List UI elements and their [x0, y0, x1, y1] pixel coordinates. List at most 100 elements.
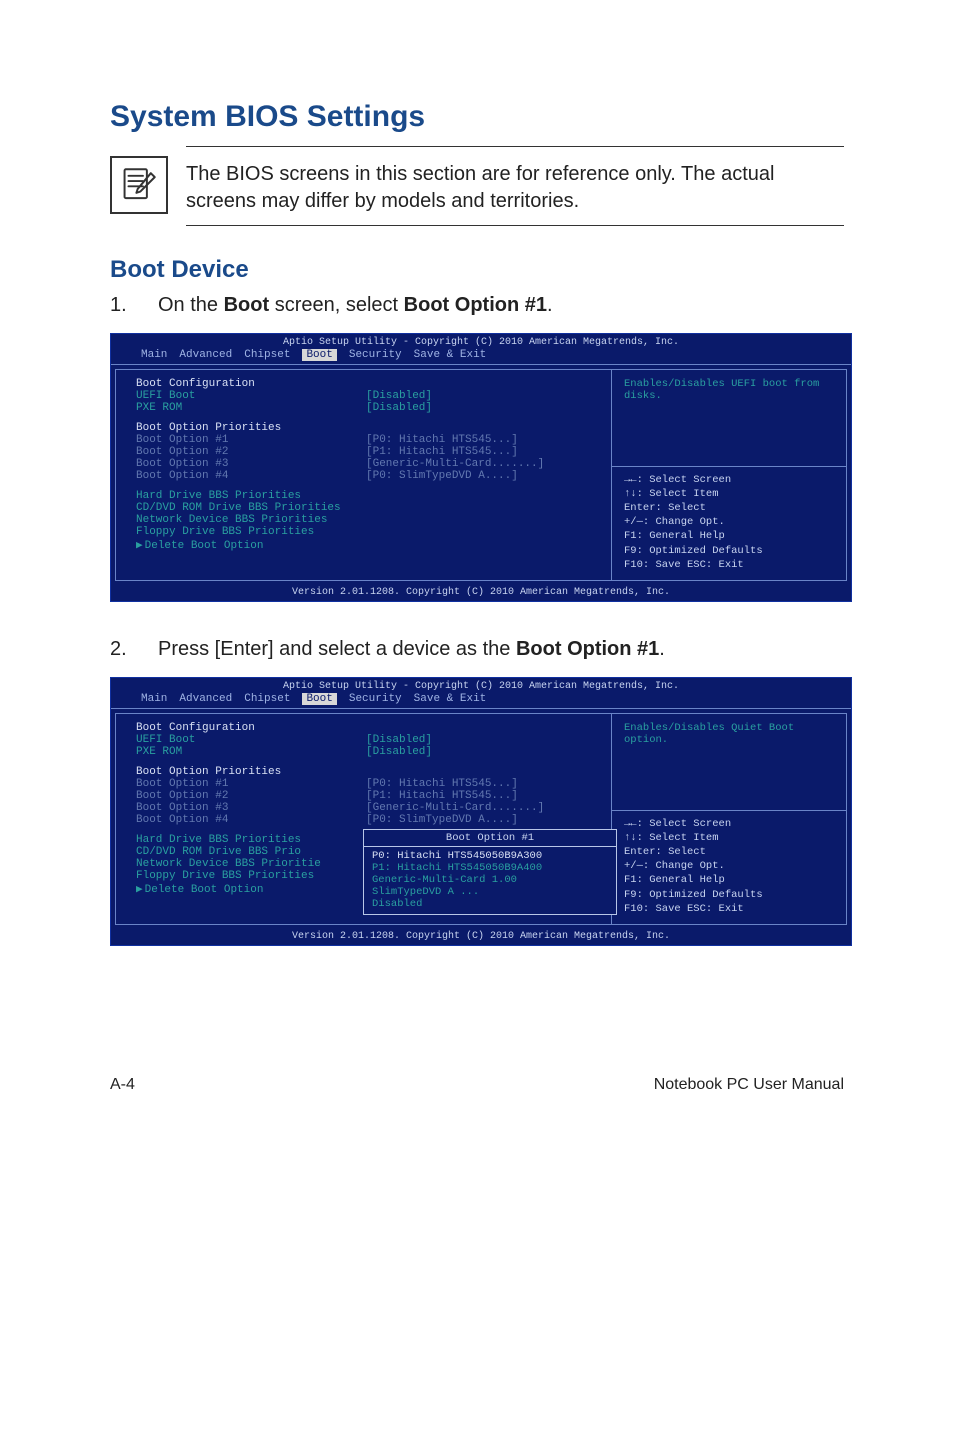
- pxe-rom-label: PXE ROM: [136, 746, 366, 758]
- bios-tabs: Main Advanced Chipset Boot Security Save…: [111, 693, 851, 709]
- boot-option-3-value: [Generic-Multi-Card.......]: [366, 458, 544, 470]
- note-block: The BIOS screens in this section are for…: [110, 146, 844, 226]
- popup-item: Generic-Multi-Card 1.00: [372, 874, 608, 886]
- key-line: F1: General Help: [624, 529, 834, 543]
- bios-footer: Version 2.01.1208. Copyright (C) 2010 Am…: [111, 585, 851, 601]
- tab-chipset: Chipset: [244, 349, 290, 361]
- bios-key-help: →←: Select Screen ↑↓: Select Item Enter:…: [624, 473, 834, 572]
- bios-header: Aptio Setup Utility - Copyright (C) 2010…: [111, 334, 851, 349]
- boot-option-4-label: Boot Option #4: [136, 814, 366, 826]
- boot-option-1-label: Boot Option #1: [136, 778, 366, 790]
- key-line: →←: Select Screen: [624, 817, 834, 831]
- link-floppy-bbs: Floppy Drive BBS Priorities: [136, 526, 603, 538]
- uefi-boot-label: UEFI Boot: [136, 734, 366, 746]
- link-network-bbs: Network Device BBS Priorities: [136, 514, 603, 526]
- triangle-icon: ▶: [136, 540, 143, 552]
- boot-config-header: Boot Configuration: [136, 722, 603, 734]
- link-delete-boot: ▶Delete Boot Option: [136, 538, 603, 552]
- tab-save-exit: Save & Exit: [414, 693, 487, 705]
- bios-key-help: →←: Select Screen ↑↓: Select Item Enter:…: [624, 817, 834, 916]
- popup-item-selected: P0: Hitachi HTS545050B9A300: [372, 850, 608, 862]
- key-line: F9: Optimized Defaults: [624, 544, 834, 558]
- tab-main: Main: [141, 349, 167, 361]
- pxe-rom-label: PXE ROM: [136, 402, 366, 414]
- boot-option-4-label: Boot Option #4: [136, 470, 366, 482]
- popup-item: Disabled: [372, 898, 608, 910]
- boot-option-2-value: [P1: Hitachi HTS545...]: [366, 790, 518, 802]
- popup-title: Boot Option #1: [364, 830, 616, 847]
- bios-help-text: Enables/Disables UEFI boot from disks.: [624, 378, 834, 402]
- boot-option-popup: Boot Option #1 P0: Hitachi HTS545050B9A3…: [363, 829, 617, 915]
- subsection-title: Boot Device: [110, 256, 844, 284]
- bios-help-text: Enables/Disables Quiet Boot option.: [624, 722, 834, 746]
- tab-security: Security: [349, 693, 402, 705]
- bios-header: Aptio Setup Utility - Copyright (C) 2010…: [111, 678, 851, 693]
- key-line: F1: General Help: [624, 873, 834, 887]
- text: .: [659, 638, 665, 660]
- boot-option-1-value: [P0: Hitachi HTS545...]: [366, 434, 518, 446]
- text-bold: Boot Option #1: [404, 294, 547, 316]
- boot-option-2-label: Boot Option #2: [136, 446, 366, 458]
- uefi-boot-value: [Disabled]: [366, 734, 432, 746]
- bios-tabs: Main Advanced Chipset Boot Security Save…: [111, 349, 851, 365]
- link-hdd-bbs: Hard Drive BBS Priorities: [136, 490, 603, 502]
- bios-screenshot-2: Aptio Setup Utility - Copyright (C) 2010…: [110, 677, 852, 946]
- uefi-boot-label: UEFI Boot: [136, 390, 366, 402]
- boot-priorities-header: Boot Option Priorities: [136, 422, 603, 434]
- tab-advanced: Advanced: [179, 693, 232, 705]
- text: On the: [158, 294, 224, 316]
- bios-footer: Version 2.01.1208. Copyright (C) 2010 Am…: [111, 929, 851, 945]
- boot-option-1-value: [P0: Hitachi HTS545...]: [366, 778, 518, 790]
- boot-option-3-value: [Generic-Multi-Card.......]: [366, 802, 544, 814]
- uefi-boot-value: [Disabled]: [366, 390, 432, 402]
- step-num: 2.: [110, 638, 158, 661]
- bios-left-pane: Boot Configuration UEFI Boot[Disabled] P…: [115, 369, 611, 581]
- step-text: Press [Enter] and select a device as the…: [158, 638, 844, 661]
- key-line: F10: Save ESC: Exit: [624, 558, 834, 572]
- pxe-rom-value: [Disabled]: [366, 402, 432, 414]
- boot-config-header: Boot Configuration: [136, 378, 603, 390]
- step-1: 1. On the Boot screen, select Boot Optio…: [110, 294, 844, 317]
- step-2: 2. Press [Enter] and select a device as …: [110, 638, 844, 661]
- page-footer: A-4 Notebook PC User Manual: [110, 1076, 844, 1094]
- text: Delete Boot Option: [145, 540, 264, 552]
- text-bold: Boot: [224, 294, 270, 316]
- key-line: F10: Save ESC: Exit: [624, 902, 834, 916]
- document-page: System BIOS Settings The BIOS screens in…: [0, 0, 954, 1154]
- key-line: F9: Optimized Defaults: [624, 888, 834, 902]
- key-line: Enter: Select: [624, 501, 834, 515]
- page-number: A-4: [110, 1076, 135, 1094]
- tab-security: Security: [349, 349, 402, 361]
- boot-option-2-value: [P1: Hitachi HTS545...]: [366, 446, 518, 458]
- step-text: On the Boot screen, select Boot Option #…: [158, 294, 844, 317]
- tab-chipset: Chipset: [244, 693, 290, 705]
- key-line: +/—: Change Opt.: [624, 515, 834, 529]
- boot-option-1-label: Boot Option #1: [136, 434, 366, 446]
- key-line: →←: Select Screen: [624, 473, 834, 487]
- triangle-icon: ▶: [136, 884, 143, 896]
- text: Press [Enter] and select a device as the: [158, 638, 516, 660]
- boot-option-3-label: Boot Option #3: [136, 802, 366, 814]
- link-cddvd-bbs: CD/DVD ROM Drive BBS Priorities: [136, 502, 603, 514]
- text-bold: Boot Option #1: [516, 638, 659, 660]
- tab-advanced: Advanced: [179, 349, 232, 361]
- boot-option-3-label: Boot Option #3: [136, 458, 366, 470]
- pxe-rom-value: [Disabled]: [366, 746, 432, 758]
- tab-main: Main: [141, 693, 167, 705]
- step-num: 1.: [110, 294, 158, 317]
- tab-boot: Boot: [302, 349, 336, 361]
- key-line: ↑↓: Select Item: [624, 487, 834, 501]
- section-title: System BIOS Settings: [110, 100, 844, 134]
- bios-right-pane: Enables/Disables UEFI boot from disks. →…: [611, 369, 847, 581]
- bios-screenshot-1: Aptio Setup Utility - Copyright (C) 2010…: [110, 333, 852, 602]
- note-text: The BIOS screens in this section are for…: [186, 153, 844, 221]
- text: Delete Boot Option: [145, 884, 264, 896]
- text: .: [547, 294, 553, 316]
- manual-title: Notebook PC User Manual: [654, 1076, 844, 1094]
- boot-option-4-value: [P0: SlimTypeDVD A....]: [366, 814, 518, 826]
- boot-priorities-header: Boot Option Priorities: [136, 766, 603, 778]
- key-line: ↑↓: Select Item: [624, 831, 834, 845]
- text: screen, select: [269, 294, 404, 316]
- bios-right-pane: Enables/Disables Quiet Boot option. →←: …: [611, 713, 847, 925]
- tab-boot: Boot: [302, 693, 336, 705]
